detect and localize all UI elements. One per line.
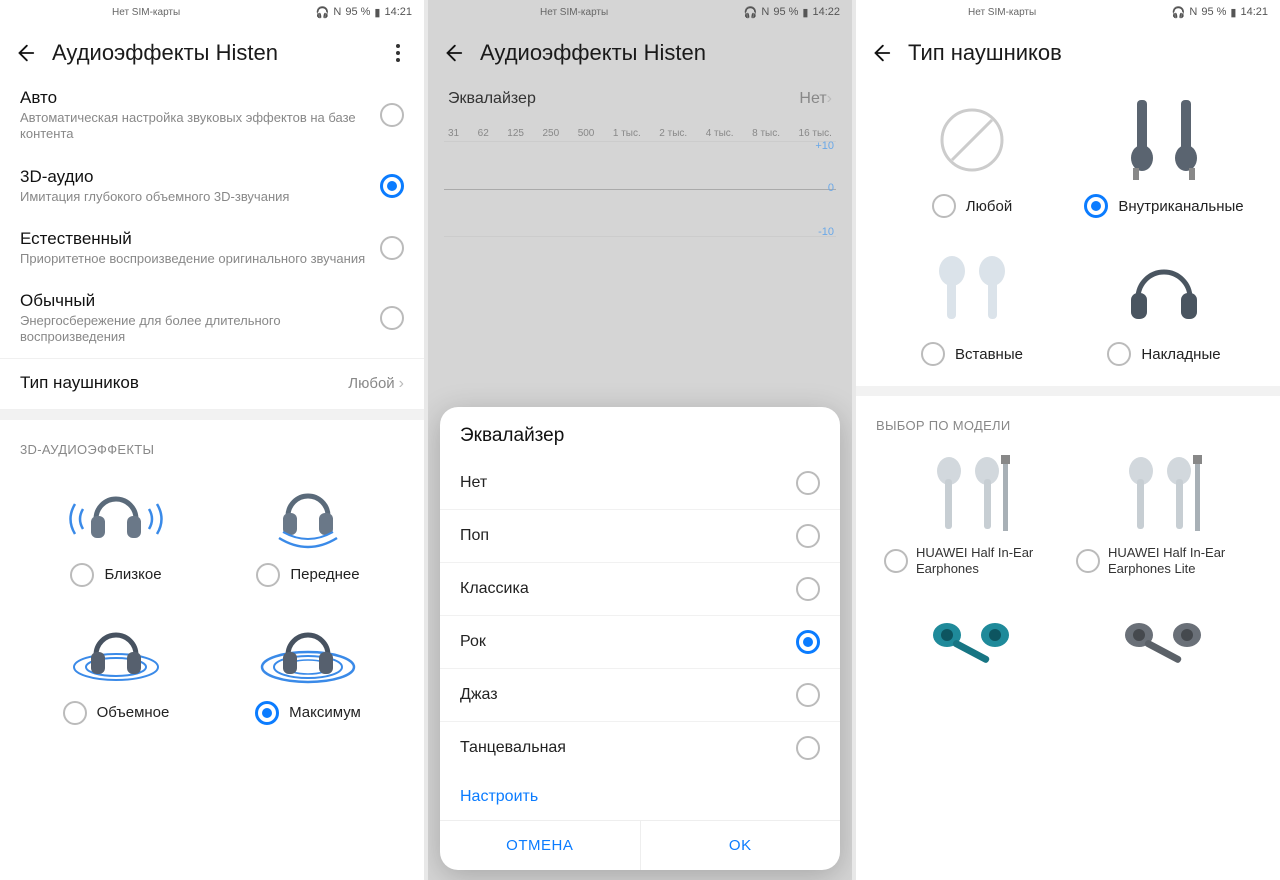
- eq-opt-rock[interactable]: Рок: [440, 616, 840, 669]
- screen-headphone-type: Нет SIM-карты 🎧N95 %▮14:21 Тип наушников…: [856, 0, 1280, 880]
- mode-natural[interactable]: ЕстественныйПриоритетное воспроизведение…: [0, 217, 424, 279]
- status-bar: Нет SIM-карты 🎧N95 %▮14:21: [856, 0, 1280, 24]
- model-huawei-half-inear[interactable]: HUAWEI Half In-Ear Earphones: [876, 441, 1068, 584]
- hp-type-earbud[interactable]: Вставные: [876, 234, 1068, 374]
- ok-button[interactable]: OK: [641, 821, 841, 870]
- mode-3d[interactable]: 3D-аудиоИмитация глубокого объемного 3D-…: [0, 155, 424, 217]
- more-menu[interactable]: [386, 44, 410, 62]
- eq-opt-none[interactable]: Нет: [440, 457, 840, 510]
- fx-close[interactable]: Близкое: [20, 465, 212, 595]
- radio[interactable]: [380, 174, 404, 198]
- back-button[interactable]: [870, 42, 892, 64]
- equalizer-dialog: Эквалайзер Нет Поп Классика Рок Джаз Тан…: [440, 407, 840, 870]
- hp-type-inear[interactable]: Внутриканальные: [1068, 86, 1260, 226]
- section-3d-effects: 3D-АУДИОЭФФЕКТЫ: [0, 420, 424, 465]
- eq-customize[interactable]: Настроить: [440, 774, 840, 820]
- chevron-right-icon: ›: [399, 375, 404, 393]
- fx-front[interactable]: Переднее: [212, 465, 404, 595]
- eq-opt-pop[interactable]: Поп: [440, 510, 840, 563]
- fx-surround[interactable]: Объемное: [20, 603, 212, 733]
- screen-equalizer: Нет SIM-карты 🎧N95 %▮14:22 Аудиоэффекты …: [428, 0, 852, 880]
- hp-type-any[interactable]: Любой: [876, 86, 1068, 226]
- model-gray-earbuds[interactable]: [1068, 592, 1260, 704]
- radio[interactable]: [380, 103, 404, 127]
- radio[interactable]: [380, 306, 404, 330]
- mode-normal[interactable]: ОбычныйЭнергосбережение для более длител…: [0, 279, 424, 358]
- eq-opt-dance[interactable]: Танцевальная: [440, 722, 840, 774]
- model-huawei-half-inear-lite[interactable]: HUAWEI Half In-Ear Earphones Lite: [1068, 441, 1260, 584]
- cancel-button[interactable]: ОТМЕНА: [440, 821, 641, 870]
- eq-opt-classic[interactable]: Классика: [440, 563, 840, 616]
- page-title: Тип наушников: [908, 40, 1266, 66]
- page-title: Аудиоэффекты Histen: [52, 40, 370, 66]
- back-button[interactable]: [14, 42, 36, 64]
- status-bar: Нет SIM-карты 🎧N95 %▮14:21: [0, 0, 424, 24]
- mode-auto[interactable]: АвтоАвтоматическая настройка звуковых эф…: [0, 76, 424, 155]
- hp-type-overear[interactable]: Накладные: [1068, 234, 1260, 374]
- fx-max[interactable]: Максимум: [212, 603, 404, 733]
- headphone-type-row[interactable]: Тип наушников Любой ›: [0, 358, 424, 410]
- screen-audio-effects: Нет SIM-карты 🎧N95 %▮14:21 Аудиоэффекты …: [0, 0, 424, 880]
- radio[interactable]: [380, 236, 404, 260]
- model-teal-earbuds[interactable]: [876, 592, 1068, 704]
- eq-opt-jazz[interactable]: Джаз: [440, 669, 840, 722]
- section-models: ВЫБОР ПО МОДЕЛИ: [856, 396, 1280, 441]
